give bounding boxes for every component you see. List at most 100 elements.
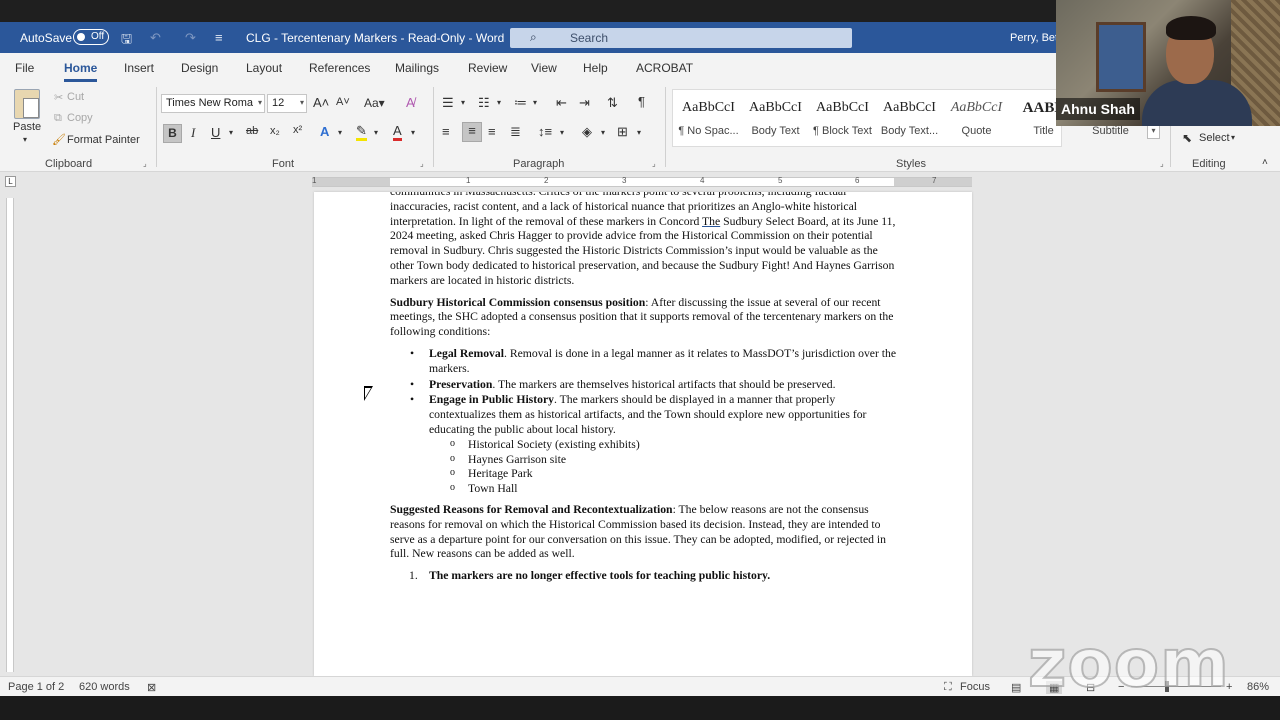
chevron-down-icon[interactable]: ▾: [601, 128, 605, 137]
align-left-icon[interactable]: ≡: [442, 124, 450, 139]
select-button[interactable]: Select: [1199, 132, 1230, 144]
italic-button[interactable]: I: [191, 125, 195, 141]
change-case-icon[interactable]: Aa▾: [364, 96, 385, 110]
paste-icon[interactable]: [14, 89, 40, 119]
sort-icon[interactable]: ⇅: [607, 95, 618, 111]
tab-file[interactable]: File: [15, 61, 34, 75]
paragraph-launcher-icon[interactable]: ⌟: [652, 159, 656, 168]
page-count[interactable]: Page 1 of 2: [8, 681, 64, 693]
consensus-paragraph: Sudbury Historical Commission consensus …: [390, 295, 894, 339]
decrease-indent-icon[interactable]: ⇤: [556, 95, 567, 111]
chevron-down-icon[interactable]: ▾: [411, 128, 415, 137]
style-quote[interactable]: AaBbCcI Quote: [943, 90, 1010, 146]
chevron-down-icon[interactable]: ▾: [338, 128, 342, 137]
intro-paragraph: communities in Massachusetts. Critics of…: [390, 192, 896, 287]
style-body-text-2[interactable]: AaBbCcI Body Text...: [876, 90, 943, 146]
user-name[interactable]: Perry, Bet: [1010, 32, 1058, 44]
chevron-down-icon[interactable]: ▾: [374, 128, 378, 137]
align-right-icon[interactable]: ≡: [488, 124, 496, 139]
autosave-toggle[interactable]: Off: [73, 29, 109, 45]
styles-launcher-icon[interactable]: ⌟: [1160, 159, 1164, 168]
style-body-text[interactable]: AaBbCcI Body Text: [742, 90, 809, 146]
tab-review[interactable]: Review: [468, 61, 507, 75]
spelling-flag-word[interactable]: The: [702, 215, 720, 228]
superscript-button[interactable]: x²: [293, 124, 302, 136]
undo-icon[interactable]: ↶: [150, 30, 161, 46]
chevron-down-icon[interactable]: ▾: [637, 128, 641, 137]
font-launcher-icon[interactable]: ⌟: [420, 159, 424, 168]
customize-toolbar-icon[interactable]: ≡: [215, 30, 223, 45]
tab-home[interactable]: Home: [64, 61, 98, 82]
horizontal-ruler[interactable]: 1 1 2 3 4 5 6 7: [312, 176, 972, 187]
list-item: Historical Society (existing exhibits): [429, 437, 900, 453]
paste-button[interactable]: Paste: [13, 121, 41, 133]
format-painter-button[interactable]: Format Painter: [67, 134, 140, 146]
cut-button[interactable]: Cut: [67, 91, 84, 103]
document-page[interactable]: communities in Massachusetts. Critics of…: [314, 192, 972, 676]
style-no-spacing[interactable]: AaBbCcI ¶ No Spac...: [675, 90, 742, 146]
conditions-list: Legal Removal. Removal is done in a lega…: [390, 347, 900, 497]
tab-help[interactable]: Help: [583, 61, 608, 75]
numbering-icon[interactable]: ☷: [478, 95, 490, 111]
save-icon[interactable]: 🖫: [121, 30, 132, 52]
tab-selector-icon[interactable]: L: [5, 176, 16, 187]
font-name-box[interactable]: Times New Roma ▾: [161, 94, 265, 113]
clear-formatting-icon[interactable]: A̸: [406, 95, 415, 110]
tab-view[interactable]: View: [531, 61, 557, 75]
style-block-text[interactable]: AaBbCcI ¶ Block Text: [809, 90, 876, 146]
read-mode-icon[interactable]: ▤: [1011, 681, 1021, 694]
tab-layout[interactable]: Layout: [246, 61, 282, 75]
word-window: AutoSave Off 🖫 ↶ ↷ ≡ CLG - Tercentenary …: [0, 0, 1280, 720]
focus-button[interactable]: Focus: [960, 681, 990, 693]
clipboard-launcher-icon[interactable]: ⌟: [143, 159, 147, 168]
font-size-box[interactable]: 12 ▾: [267, 94, 307, 113]
multilevel-list-icon[interactable]: ≔: [514, 95, 527, 111]
copy-button[interactable]: Copy: [67, 112, 93, 124]
word-count[interactable]: 620 words: [79, 681, 130, 693]
tab-references[interactable]: References: [309, 61, 370, 75]
ruler-area: L 1 1 2 3 4 5 6 7: [0, 172, 1280, 192]
search-box[interactable]: ⌕: [510, 28, 852, 48]
list-item: Heritage Park: [429, 466, 900, 482]
show-formatting-icon[interactable]: ¶: [638, 94, 645, 109]
underline-button[interactable]: U: [211, 125, 220, 140]
paste-dropdown-icon[interactable]: ▾: [23, 135, 27, 144]
search-input[interactable]: [570, 30, 840, 46]
tab-mailings[interactable]: Mailings: [395, 61, 439, 75]
subscript-button[interactable]: x₂: [270, 125, 280, 137]
chevron-down-icon[interactable]: ▾: [497, 98, 501, 107]
style-name: Title: [1033, 125, 1054, 137]
grow-font-icon[interactable]: A˄: [313, 95, 329, 110]
highlight-color-icon[interactable]: ✎: [356, 124, 367, 141]
increase-indent-icon[interactable]: ⇥: [579, 95, 590, 111]
tab-design[interactable]: Design: [181, 61, 218, 75]
document-body[interactable]: communities in Massachusetts. Critics of…: [390, 192, 900, 584]
chevron-down-icon[interactable]: ▾: [560, 128, 564, 137]
shrink-font-icon[interactable]: A˅: [336, 96, 350, 108]
tab-acrobat[interactable]: ACROBAT: [636, 61, 693, 75]
bold-button[interactable]: B: [163, 124, 182, 143]
line-spacing-icon[interactable]: ↕≡: [538, 124, 552, 139]
shading-icon[interactable]: ◈: [582, 124, 592, 140]
copy-icon: ⧉: [54, 112, 62, 124]
styles-more-icon[interactable]: ▾: [1147, 125, 1160, 139]
venues-sublist: Historical Society (existing exhibits) H…: [429, 437, 900, 497]
font-color-icon[interactable]: A: [393, 124, 402, 141]
underline-dropdown-icon[interactable]: ▾: [229, 128, 233, 137]
zoom-level[interactable]: 86%: [1247, 681, 1269, 693]
chevron-down-icon[interactable]: ▾: [461, 98, 465, 107]
strikethrough-button[interactable]: ab: [246, 125, 258, 137]
document-workspace: communities in Massachusetts. Critics of…: [0, 192, 1280, 676]
redo-icon[interactable]: ↷: [185, 30, 196, 46]
text-effects-icon[interactable]: A: [320, 124, 329, 139]
borders-icon[interactable]: ⊞: [617, 124, 628, 140]
proofing-icon[interactable]: ⊠: [147, 681, 156, 694]
justify-icon[interactable]: ≣: [510, 124, 521, 140]
tab-insert[interactable]: Insert: [124, 61, 154, 75]
bullets-icon[interactable]: ☰: [442, 95, 454, 111]
vertical-ruler[interactable]: [6, 198, 14, 672]
align-center-icon[interactable]: ≡: [462, 122, 482, 142]
chevron-down-icon[interactable]: ▾: [1231, 133, 1235, 142]
collapse-ribbon-icon[interactable]: ˄: [1262, 157, 1268, 168]
chevron-down-icon[interactable]: ▾: [533, 98, 537, 107]
